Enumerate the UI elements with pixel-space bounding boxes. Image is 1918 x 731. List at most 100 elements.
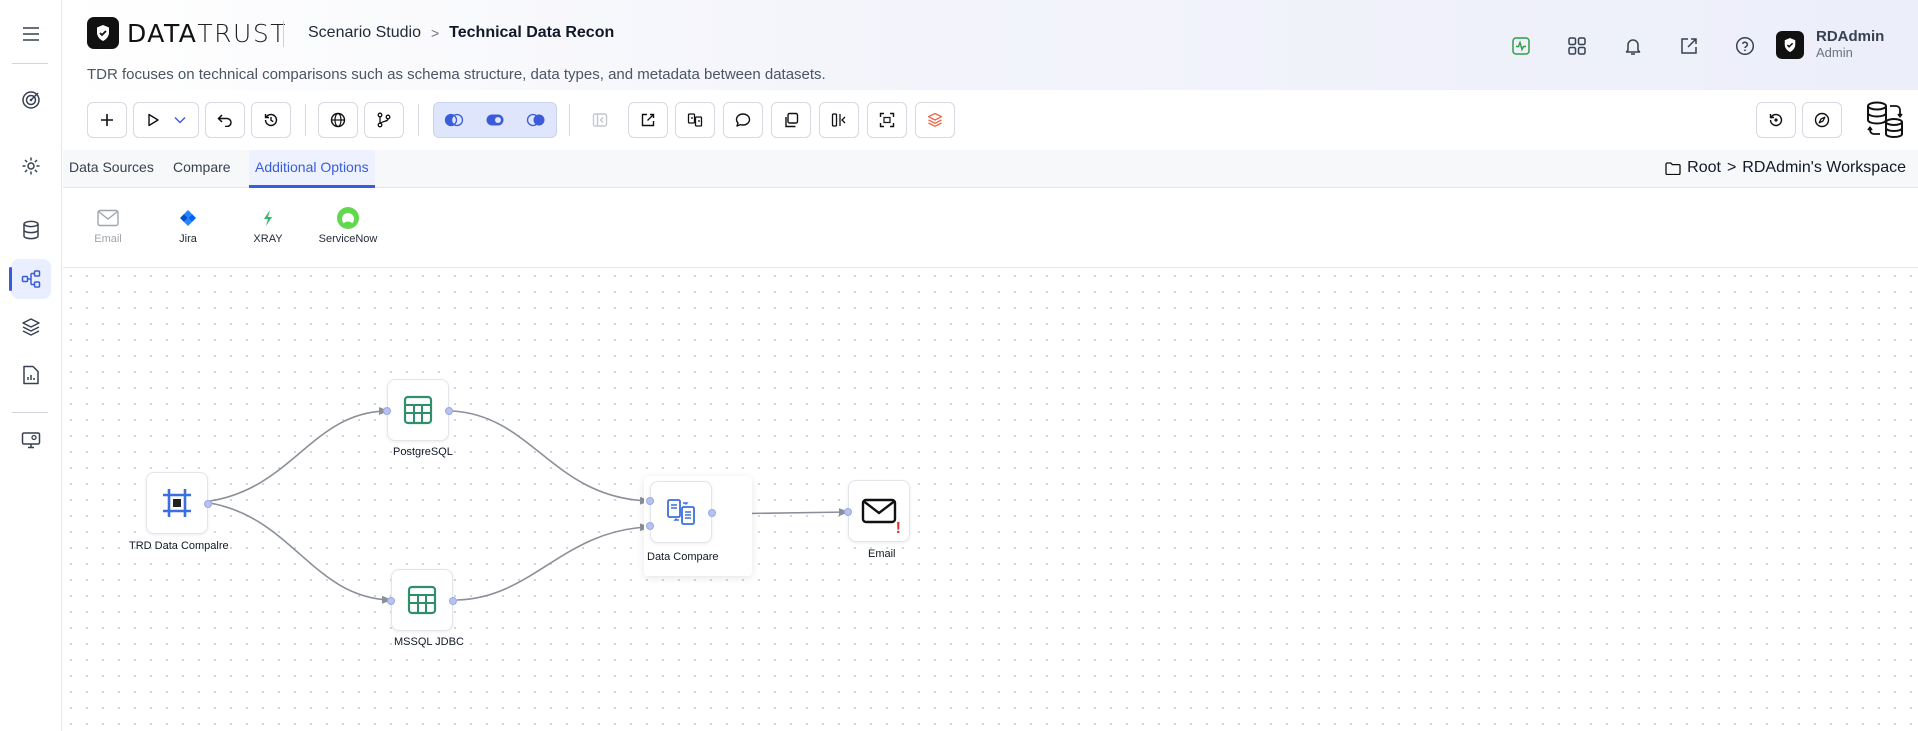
output-port[interactable] bbox=[449, 597, 457, 605]
history-icon bbox=[264, 113, 278, 127]
restore-button[interactable] bbox=[1756, 102, 1796, 138]
edge-trd-to-mssql[interactable] bbox=[209, 502, 392, 604]
notifications-button[interactable] bbox=[1605, 33, 1661, 59]
input-port[interactable] bbox=[844, 508, 852, 516]
workspace-path[interactable]: Root > RDAdmin's Workspace bbox=[1665, 159, 1906, 177]
branch-button[interactable] bbox=[364, 102, 404, 138]
node-postgresql[interactable] bbox=[383, 379, 453, 441]
stack-button[interactable] bbox=[915, 102, 955, 138]
output-port[interactable] bbox=[708, 509, 716, 517]
globe-button[interactable] bbox=[318, 102, 358, 138]
sidebar-item-targets[interactable] bbox=[11, 80, 51, 120]
palette-item-jira[interactable]: Jira bbox=[153, 206, 223, 245]
page-title: Technical Data Recon bbox=[449, 24, 615, 41]
target-icon bbox=[22, 91, 40, 109]
left-join-button[interactable] bbox=[434, 103, 475, 137]
database-sync-button[interactable] bbox=[1866, 100, 1904, 140]
align-icon bbox=[831, 113, 846, 127]
comment-button[interactable] bbox=[723, 102, 763, 138]
node-data-compare[interactable] bbox=[646, 481, 716, 543]
page-subtitle: TDR focuses on technical comparisons suc… bbox=[87, 66, 826, 83]
full-join-button[interactable] bbox=[475, 103, 516, 137]
user-name: RDAdmin bbox=[1816, 28, 1885, 45]
bell-icon bbox=[1625, 39, 1641, 55]
tab-additional-options[interactable]: Additional Options bbox=[249, 150, 375, 188]
activity-button[interactable] bbox=[1493, 33, 1549, 59]
warning-indicator: ! bbox=[895, 520, 901, 537]
sidebar-item-reports[interactable] bbox=[11, 355, 51, 395]
compass-icon bbox=[1814, 112, 1830, 128]
edge-postgres-to-compare[interactable] bbox=[452, 410, 650, 505]
toolbar-divider bbox=[418, 104, 419, 136]
edge-trd-to-postgres[interactable] bbox=[209, 407, 389, 502]
join-mode-toggle bbox=[433, 102, 557, 138]
input-port[interactable] bbox=[387, 597, 395, 605]
table-icon bbox=[403, 395, 433, 425]
add-button[interactable] bbox=[87, 102, 127, 138]
sidebar-item-monitor[interactable] bbox=[11, 420, 51, 460]
breadcrumb-separator: > bbox=[430, 25, 440, 41]
sidebar-divider bbox=[12, 63, 48, 64]
palette-item-email[interactable]: Email bbox=[73, 206, 143, 245]
node-email[interactable]: ! bbox=[844, 480, 910, 542]
apps-button[interactable] bbox=[1549, 33, 1605, 59]
export-button[interactable] bbox=[628, 102, 668, 138]
swap-button[interactable] bbox=[675, 102, 715, 138]
external-link-icon bbox=[641, 113, 655, 127]
layers-icon bbox=[22, 318, 40, 336]
page-header: DATATRUST Scenario Studio > Technical Da… bbox=[63, 0, 1918, 90]
workflow-canvas[interactable]: TRD Data Compalre PostgreSQL MSSQL JDBC … bbox=[63, 268, 1918, 731]
tab-compare[interactable]: Compare bbox=[167, 150, 237, 188]
plus-icon bbox=[101, 114, 113, 126]
chevron-down-icon[interactable] bbox=[174, 116, 186, 124]
node-label: TRD Data Compalre bbox=[129, 540, 229, 552]
right-join-button[interactable] bbox=[515, 103, 556, 137]
help-button[interactable] bbox=[1717, 33, 1773, 59]
node-palette: Email Jira XRAY ServiceNow bbox=[63, 188, 1918, 268]
workspace-name[interactable]: RDAdmin's Workspace bbox=[1742, 159, 1906, 177]
palette-item-servicenow[interactable]: ServiceNow bbox=[313, 206, 383, 245]
input-port[interactable] bbox=[646, 497, 654, 505]
monitor-settings-icon bbox=[21, 432, 41, 449]
sidebar-item-databases[interactable] bbox=[11, 210, 51, 250]
output-port[interactable] bbox=[445, 407, 453, 415]
jira-icon bbox=[180, 210, 196, 226]
history-button[interactable] bbox=[251, 102, 291, 138]
input-port[interactable] bbox=[383, 407, 391, 415]
run-button[interactable] bbox=[133, 102, 199, 138]
connection-edges bbox=[209, 407, 849, 604]
node-mssql-jdbc[interactable] bbox=[387, 569, 457, 631]
sidebar-item-settings[interactable] bbox=[11, 146, 51, 186]
navigate-button[interactable] bbox=[1802, 102, 1842, 138]
collapse-panel-button[interactable] bbox=[580, 102, 620, 138]
fit-view-button[interactable] bbox=[867, 102, 907, 138]
breadcrumb: Scenario Studio > Technical Data Recon bbox=[308, 24, 614, 42]
header-divider bbox=[283, 21, 284, 47]
user-menu[interactable]: RDAdmin Admin bbox=[1776, 29, 1884, 61]
servicenow-icon bbox=[337, 207, 359, 229]
frame-grid-icon bbox=[163, 489, 191, 517]
input-port[interactable] bbox=[646, 522, 654, 530]
align-button[interactable] bbox=[819, 102, 859, 138]
gear-icon bbox=[22, 157, 40, 175]
duplicate-button[interactable] bbox=[771, 102, 811, 138]
brand-logo[interactable]: DATATRUST bbox=[87, 17, 287, 49]
open-external-button[interactable] bbox=[1661, 33, 1717, 59]
report-icon bbox=[23, 365, 39, 385]
activity-icon bbox=[1512, 37, 1530, 55]
toolbar-divider bbox=[569, 104, 570, 136]
palette-item-label: Email bbox=[94, 233, 122, 245]
workspace-root[interactable]: Root bbox=[1687, 159, 1721, 177]
undo-button[interactable] bbox=[205, 102, 245, 138]
edge-mssql-to-compare[interactable] bbox=[456, 523, 650, 601]
output-port[interactable] bbox=[204, 500, 212, 508]
menu-toggle-button[interactable] bbox=[11, 14, 51, 54]
sidebar-item-scenarios[interactable] bbox=[9, 259, 51, 299]
tab-data-sources[interactable]: Data Sources bbox=[63, 150, 160, 188]
breadcrumb-parent[interactable]: Scenario Studio bbox=[308, 24, 421, 42]
palette-item-xray[interactable]: XRAY bbox=[233, 206, 303, 245]
compare-files-icon bbox=[667, 499, 695, 525]
node-trd-data-compare[interactable] bbox=[146, 472, 212, 534]
sidebar-item-layers[interactable] bbox=[11, 307, 51, 347]
git-branch-icon bbox=[377, 112, 391, 128]
